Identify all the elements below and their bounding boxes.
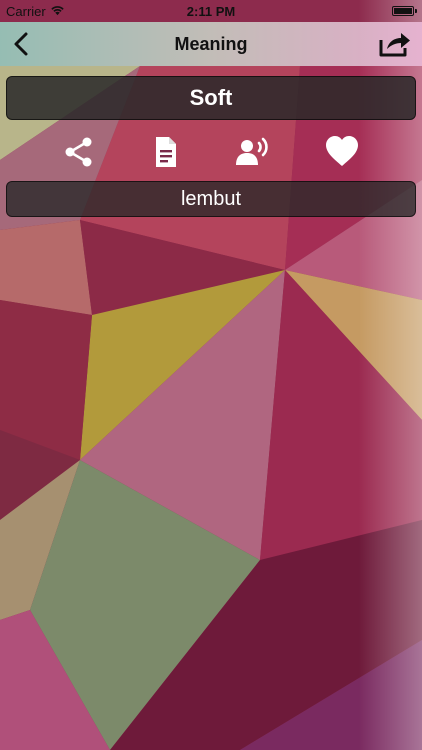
speak-icon[interactable]	[235, 134, 271, 170]
page-title: Meaning	[174, 34, 248, 54]
meaning-content: Soft lembut	[0, 66, 422, 750]
meaning-text: lembut	[6, 181, 416, 217]
status-bar: Carrier 2:11 PM	[0, 0, 422, 22]
favorite-icon[interactable]	[324, 134, 360, 170]
action-bar	[0, 132, 422, 172]
battery-icon	[392, 6, 417, 16]
share-icon[interactable]	[61, 134, 97, 170]
export-share-icon[interactable]	[378, 28, 412, 58]
document-icon[interactable]	[148, 134, 184, 170]
nav-bar: Meaning	[0, 22, 422, 66]
clock-time: 2:11 PM	[186, 4, 236, 19]
word-title: Soft	[6, 76, 416, 120]
